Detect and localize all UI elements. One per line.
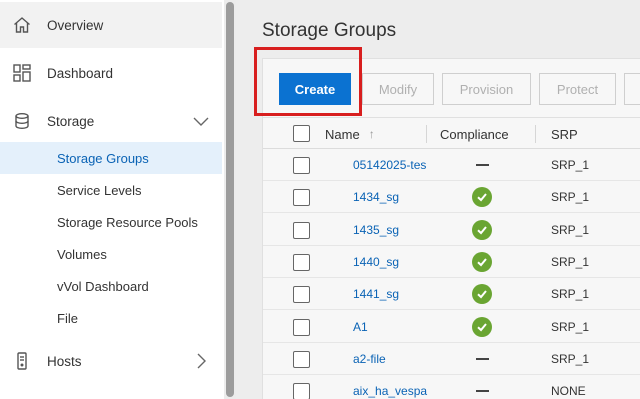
provision-button[interactable]: Provision bbox=[442, 73, 531, 105]
nav-storage-groups[interactable]: Storage Groups bbox=[0, 142, 222, 174]
hosts-icon bbox=[11, 350, 33, 372]
compliance-none-icon bbox=[476, 164, 489, 166]
column-header-compliance[interactable]: Compliance bbox=[440, 118, 509, 150]
column-header-srp-label: SRP bbox=[551, 126, 578, 142]
column-separator bbox=[426, 125, 427, 143]
table-row[interactable]: a2-file SRP_1 bbox=[263, 343, 640, 375]
nav-storage-resource-pools-label: Storage Resource Pools bbox=[57, 214, 198, 230]
more-actions-button[interactable] bbox=[624, 73, 640, 105]
nav-storage[interactable]: Storage bbox=[0, 98, 222, 144]
nav-hosts[interactable]: Hosts bbox=[0, 338, 222, 384]
row-name-link[interactable]: 1435_sg bbox=[353, 214, 399, 246]
table-row[interactable]: 1440_sg SRP_1 bbox=[263, 246, 640, 278]
compliance-ok-icon bbox=[472, 284, 492, 305]
row-srp: SRP_1 bbox=[551, 158, 590, 172]
row-name-link[interactable]: aix_ha_vespa bbox=[353, 375, 427, 399]
nav-overview[interactable]: Overview bbox=[0, 2, 222, 48]
compliance-none-icon bbox=[476, 390, 489, 393]
row-checkbox[interactable] bbox=[293, 318, 310, 336]
nav-overview-label: Overview bbox=[47, 17, 104, 33]
chevron-right-icon[interactable] bbox=[192, 352, 210, 370]
nav-storage-resource-pools[interactable]: Storage Resource Pools bbox=[0, 206, 222, 238]
row-name-link[interactable]: 1441_sg bbox=[353, 278, 399, 310]
nav-hosts-label: Hosts bbox=[47, 353, 82, 369]
row-checkbox[interactable] bbox=[293, 253, 310, 271]
sidebar-scrollbar[interactable] bbox=[224, 0, 236, 399]
column-header-name[interactable]: Name ↑ bbox=[325, 118, 375, 150]
protect-button[interactable]: Protect bbox=[539, 73, 616, 105]
column-header-name-label: Name bbox=[325, 126, 360, 142]
sort-ascending-icon: ↑ bbox=[368, 127, 375, 141]
compliance-ok-icon bbox=[472, 251, 492, 272]
row-srp: SRP_1 bbox=[551, 319, 590, 334]
row-name-link[interactable]: 1434_sg bbox=[353, 181, 399, 213]
row-checkbox[interactable] bbox=[293, 350, 310, 368]
compliance-ok-icon bbox=[472, 219, 492, 240]
compliance-ok-icon bbox=[472, 187, 492, 208]
row-srp: SRP_1 bbox=[551, 222, 590, 237]
chevron-down-icon[interactable] bbox=[192, 112, 210, 130]
column-header-compliance-label: Compliance bbox=[440, 126, 509, 142]
row-checkbox[interactable] bbox=[293, 189, 310, 207]
row-checkbox[interactable] bbox=[293, 383, 310, 399]
nav-storage-label: Storage bbox=[47, 113, 95, 129]
home-icon bbox=[11, 14, 33, 36]
row-srp: SRP_1 bbox=[551, 254, 590, 269]
nav-service-levels[interactable]: Service Levels bbox=[0, 174, 222, 206]
nav-volumes[interactable]: Volumes bbox=[0, 238, 222, 270]
select-all-checkbox[interactable] bbox=[293, 125, 310, 142]
nav-service-levels-label: Service Levels bbox=[57, 182, 142, 198]
nav-file[interactable]: File bbox=[0, 302, 222, 334]
column-separator bbox=[535, 125, 536, 143]
sidebar: Overview Dashboard Storage Storage Group… bbox=[0, 0, 224, 399]
column-header-srp[interactable]: SRP bbox=[551, 118, 578, 150]
nav-dashboard[interactable]: Dashboard bbox=[0, 50, 222, 96]
create-button-highlight bbox=[254, 47, 362, 116]
nav-dashboard-label: Dashboard bbox=[47, 65, 114, 81]
nav-file-label: File bbox=[57, 310, 78, 326]
row-checkbox[interactable] bbox=[293, 157, 310, 174]
dashboard-icon bbox=[11, 62, 33, 84]
table-row[interactable]: 1435_sg SRP_1 bbox=[263, 214, 640, 246]
table-row[interactable]: 1441_sg SRP_1 bbox=[263, 278, 640, 311]
nav-vvol-dashboard[interactable]: vVol Dashboard bbox=[0, 270, 222, 302]
compliance-ok-icon bbox=[472, 316, 492, 337]
modify-button[interactable]: Modify bbox=[362, 73, 434, 105]
table-row[interactable]: A1 SRP_1 bbox=[263, 311, 640, 343]
row-srp: SRP_1 bbox=[551, 190, 590, 205]
row-srp: NONE bbox=[551, 384, 586, 399]
row-name-link[interactable]: 1440_sg bbox=[353, 246, 399, 278]
nav-storage-groups-label: Storage Groups bbox=[57, 150, 149, 166]
row-srp: SRP_1 bbox=[551, 287, 590, 302]
row-name-link[interactable]: 05142025-tes bbox=[353, 149, 426, 181]
row-checkbox[interactable] bbox=[293, 221, 310, 239]
row-name-link[interactable]: a2-file bbox=[353, 343, 386, 375]
sidebar-scrollbar-thumb[interactable] bbox=[226, 2, 234, 397]
table-row[interactable]: 05142025-tes SRP_1 bbox=[263, 149, 640, 181]
page-title: Storage Groups bbox=[262, 20, 397, 41]
storage-icon bbox=[11, 110, 33, 132]
nav-volumes-label: Volumes bbox=[57, 246, 107, 262]
table-row[interactable]: 1434_sg SRP_1 bbox=[263, 181, 640, 214]
row-checkbox[interactable] bbox=[293, 286, 310, 304]
table-header: Name ↑ Compliance SRP bbox=[263, 117, 640, 149]
row-srp: SRP_1 bbox=[551, 351, 590, 366]
row-name-link[interactable]: A1 bbox=[353, 311, 368, 343]
compliance-none-icon bbox=[476, 357, 489, 360]
table-row[interactable]: aix_ha_vespa NONE bbox=[263, 375, 640, 399]
nav-vvol-dashboard-label: vVol Dashboard bbox=[57, 278, 149, 294]
